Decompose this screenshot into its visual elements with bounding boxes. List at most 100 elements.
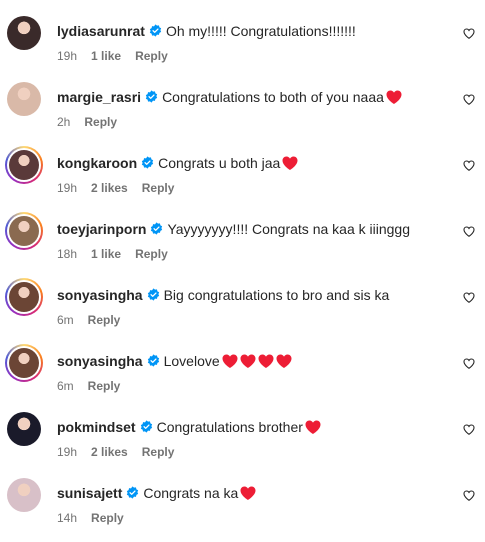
likes-count[interactable]: 2 likes (91, 445, 128, 459)
comment-text: Big congratulations to bro and sis ka (163, 287, 390, 303)
avatar-image (7, 412, 41, 446)
like-heart-outline-icon[interactable] (463, 424, 475, 435)
username-link[interactable]: sonyasingha (57, 287, 143, 303)
like-heart-outline-icon[interactable] (463, 358, 475, 369)
username-link[interactable]: kongkaroon (57, 155, 137, 171)
username-link[interactable]: sonyasingha (57, 353, 143, 369)
comment-row: lydiasarunrat Oh my!!!!! Congratulations!… (0, 14, 485, 80)
avatar[interactable] (5, 14, 43, 52)
heart-emoji-icon (386, 90, 402, 104)
comment-text: Yayyyyyyy!!!! Congrats na kaa k iiinggg (167, 221, 410, 237)
heart-emoji-icon (258, 354, 274, 368)
like-heart-outline-icon[interactable] (463, 226, 475, 237)
comment-line: sunisajett Congrats na ka (57, 484, 256, 502)
reply-button[interactable]: Reply (142, 181, 175, 195)
verified-badge-icon (147, 354, 159, 367)
avatar-image (9, 282, 39, 312)
comment-text: Congrats na ka (143, 485, 239, 501)
likes-count[interactable]: 2 likes (91, 181, 128, 195)
likes-count[interactable]: 1 like (91, 247, 121, 261)
verified-badge-icon (140, 420, 152, 433)
avatar-image (9, 348, 39, 378)
verified-badge-icon (147, 288, 159, 301)
timestamp: 19h (57, 49, 78, 63)
comment-row: margie_rasri Congratulations to both of y… (0, 80, 485, 146)
comment-row: kongkaroon Congrats u both jaa 19h 2 likes R… (0, 146, 485, 212)
comment-text: Congrats u both jaa (158, 155, 281, 171)
reply-button[interactable]: Reply (135, 247, 168, 261)
avatar-image (9, 216, 39, 246)
avatar[interactable] (5, 410, 43, 448)
comment-text: Congratulations brother (156, 419, 303, 435)
heart-emoji-icon (240, 486, 256, 500)
comment-line: toeyjarinporn Yayyyyyyy!!!! Congrats na k… (57, 220, 410, 238)
reply-button[interactable]: Reply (88, 379, 121, 393)
comment-row: pokmindset Congratulations brother 19h 2 li… (0, 410, 485, 476)
timestamp: 6m (57, 313, 74, 327)
comment-text: Lovelove (163, 353, 220, 369)
verified-badge-icon (145, 90, 158, 103)
comment-meta: 6m Reply (57, 379, 134, 393)
timestamp: 19h (57, 181, 78, 195)
comment-meta: 19h 2 likes Reply (57, 445, 188, 459)
timestamp: 2h (57, 115, 71, 129)
reply-button[interactable]: Reply (142, 445, 175, 459)
reply-button[interactable]: Reply (88, 313, 121, 327)
timestamp: 18h (57, 247, 78, 261)
heart-emoji-icon (305, 420, 321, 434)
like-heart-outline-icon[interactable] (463, 490, 475, 501)
comment-meta: 6m Reply (57, 313, 134, 327)
avatar[interactable] (5, 476, 43, 514)
avatar-image (7, 82, 41, 116)
reply-button[interactable]: Reply (91, 511, 124, 525)
comment-list: lydiasarunrat Oh my!!!!! Congratulations!… (0, 0, 485, 525)
comment-row: toeyjarinporn Yayyyyyyy!!!! Congrats na k… (0, 212, 485, 278)
username-link[interactable]: sunisajett (57, 485, 122, 501)
heart-emoji-icon (276, 354, 292, 368)
reply-button[interactable]: Reply (84, 115, 117, 129)
like-heart-outline-icon[interactable] (463, 28, 475, 39)
avatar[interactable] (5, 146, 43, 184)
comment-text: Congratulations to both of you naaa (162, 89, 384, 105)
comment-line: lydiasarunrat Oh my!!!!! Congratulations!… (57, 22, 356, 40)
avatar-image (7, 16, 41, 50)
like-heart-outline-icon[interactable] (463, 94, 475, 105)
avatar-image (9, 150, 39, 180)
comment-meta: 19h 1 like Reply (57, 49, 182, 63)
avatar[interactable] (5, 278, 43, 316)
comment-line: sonyasingha Lovelove (57, 352, 292, 370)
verified-badge-icon (127, 486, 139, 499)
verified-badge-icon (141, 156, 154, 169)
username-link[interactable]: margie_rasri (57, 89, 141, 105)
verified-badge-icon (149, 24, 162, 37)
like-heart-outline-icon[interactable] (463, 160, 475, 171)
avatar[interactable] (5, 80, 43, 118)
username-link[interactable]: lydiasarunrat (57, 23, 145, 39)
heart-emoji-icon (282, 156, 298, 170)
heart-emoji-icon (222, 354, 238, 368)
heart-emoji-icon (240, 354, 256, 368)
username-link[interactable]: pokmindset (57, 419, 136, 435)
timestamp: 19h (57, 445, 78, 459)
username-link[interactable]: toeyjarinporn (57, 221, 146, 237)
avatar-image (7, 478, 41, 512)
timestamp: 6m (57, 379, 74, 393)
avatar[interactable] (5, 212, 43, 250)
verified-badge-icon (151, 222, 163, 235)
comment-meta: 2h Reply (57, 115, 131, 129)
comment-row: sonyasingha Lovelove 6m Reply (0, 344, 485, 410)
timestamp: 14h (57, 511, 78, 525)
reply-button[interactable]: Reply (135, 49, 168, 63)
comment-meta: 18h 1 like Reply (57, 247, 182, 261)
likes-count[interactable]: 1 like (91, 49, 121, 63)
avatar[interactable] (5, 344, 43, 382)
comment-text: Oh my!!!!! Congratulations!!!!!!! (165, 23, 356, 39)
comment-line: sonyasingha Big congratulations to bro an… (57, 286, 389, 304)
comment-line: pokmindset Congratulations brother (57, 418, 321, 436)
comment-line: margie_rasri Congratulations to both of y… (57, 88, 402, 106)
comment-meta: 19h 2 likes Reply (57, 181, 188, 195)
comment-meta: 14h Reply (57, 511, 138, 525)
like-heart-outline-icon[interactable] (463, 292, 475, 303)
comment-line: kongkaroon Congrats u both jaa (57, 154, 298, 172)
comment-row: sunisajett Congrats na ka 14h Reply (0, 476, 485, 542)
